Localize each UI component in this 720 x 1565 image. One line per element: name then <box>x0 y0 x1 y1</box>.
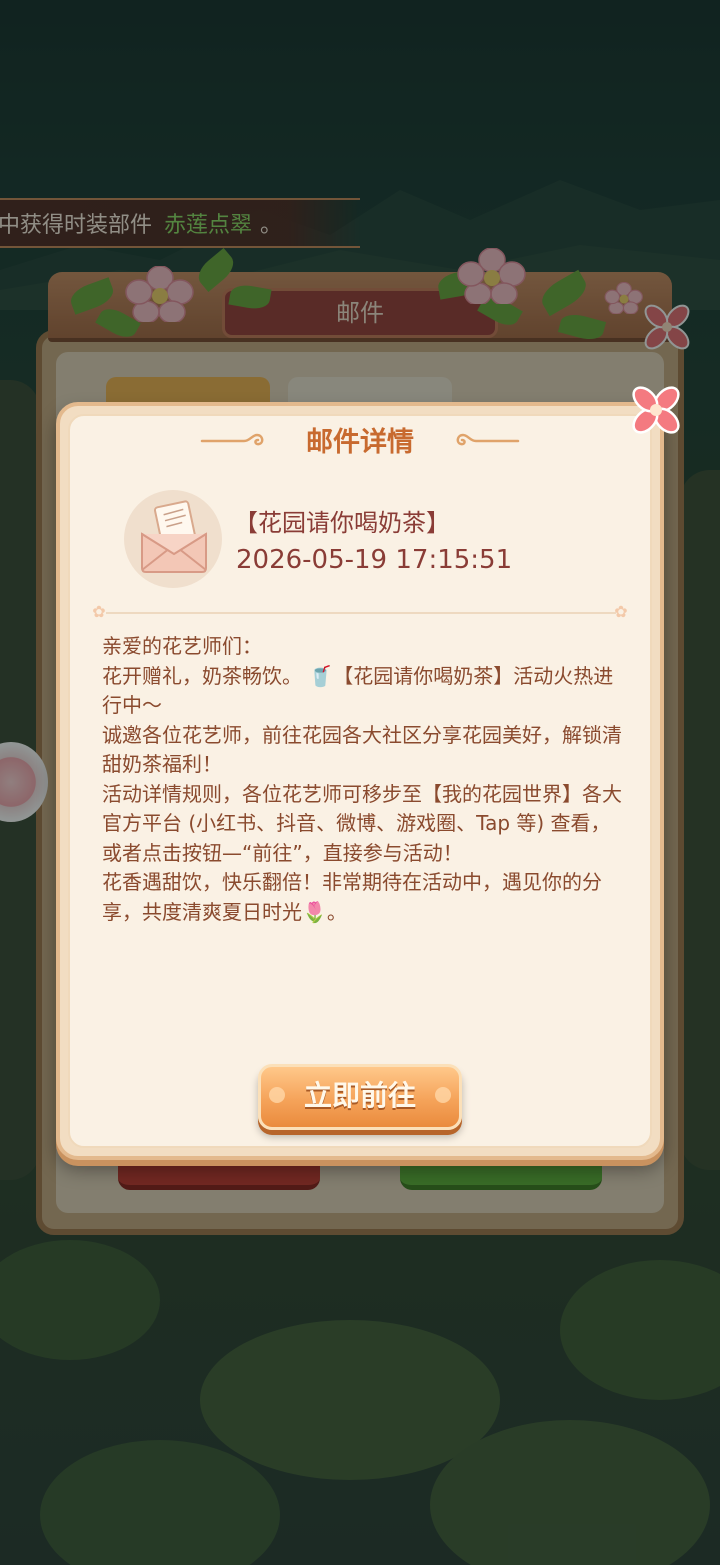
mail-body-line: 花开赠礼，奶茶畅饮。 🥤【花园请你喝奶茶】活动火热进行中～ <box>102 663 614 718</box>
dialog-title: 邮件详情 <box>306 427 414 458</box>
mail-body: 亲爱的花艺师们： 花开赠礼，奶茶畅饮。 🥤【花园请你喝奶茶】活动火热进行中～ 诚… <box>102 632 622 927</box>
close-icon[interactable] <box>628 382 684 438</box>
go-now-button[interactable]: 立即前往 <box>258 1064 462 1130</box>
button-ornament <box>269 1087 285 1103</box>
divider <box>106 612 616 614</box>
mail-body-line: 诚邀各位花艺师，前往花园各大社区分享花园美好，解锁清甜奶茶福利！ <box>102 722 622 777</box>
go-now-label: 立即前往 <box>303 1079 416 1112</box>
game-screen: 中获得时装部件 赤莲点翠 。 邮件 邮件详情 【花园请你喝奶茶】 2026-05… <box>0 0 720 1565</box>
mail-body-line: 花香遇甜饮，快乐翻倍！非常期待在活动中，遇见你的分享，共度清爽夏日时光🌷。 <box>102 870 602 924</box>
button-ornament <box>435 1087 451 1103</box>
mail-body-line: 亲爱的花艺师们： <box>102 634 262 658</box>
mail-body-line: 活动详情规则，各位花艺师可移步至【我的花园世界】各大官方平台 (小红书、抖音、微… <box>102 781 622 865</box>
envelope-icon <box>141 500 207 573</box>
divider-flower-icon: ✿ <box>614 602 628 621</box>
mail-avatar <box>124 490 222 588</box>
mail-subject: 【花园请你喝奶茶】 <box>234 509 450 537</box>
mail-timestamp: 2026-05-19 17:15:51 <box>236 545 513 575</box>
